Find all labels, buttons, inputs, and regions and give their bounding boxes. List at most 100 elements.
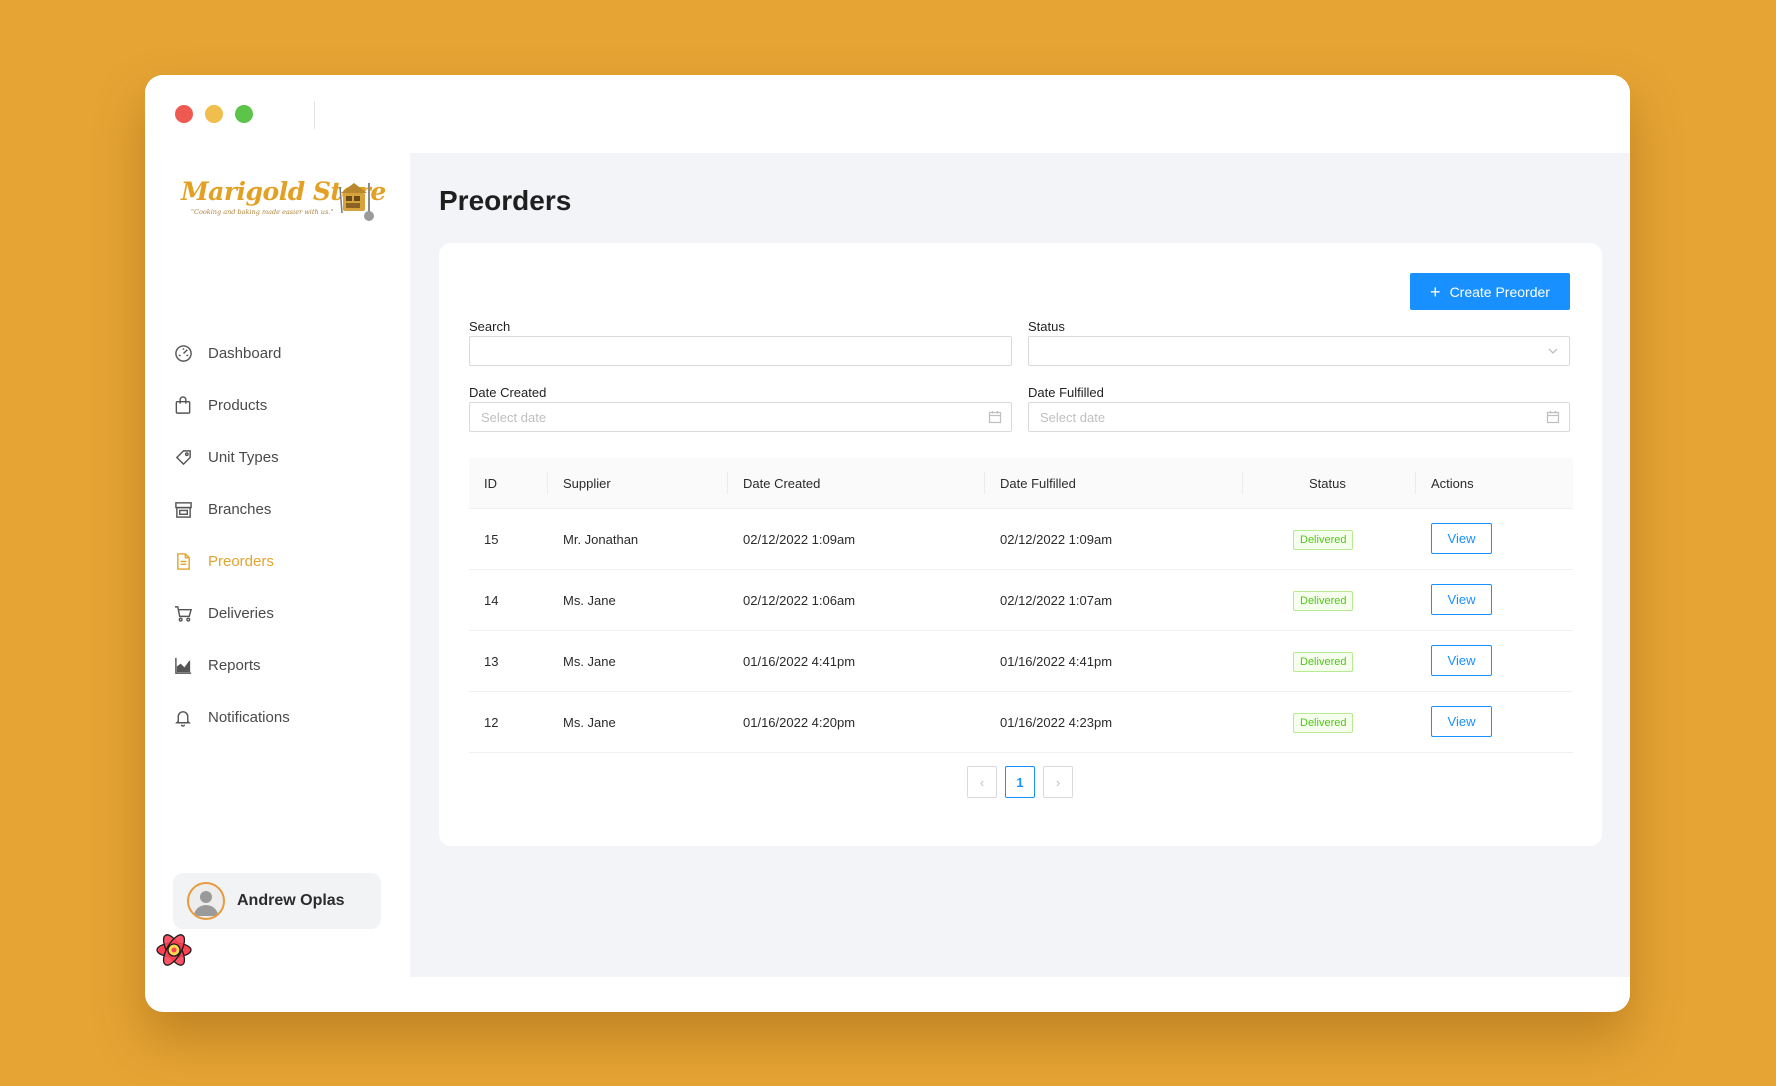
create-preorder-button[interactable]: + Create Preorder [1410,273,1570,310]
cell-date-fulfilled: 01/16/2022 4:41pm [1000,654,1113,669]
pagination-next-button[interactable]: › [1043,766,1073,798]
date-fulfilled-label: Date Fulfilled [1028,385,1104,400]
column-header-date-fulfilled[interactable]: Date Fulfilled [1000,458,1076,509]
page-title: Preorders [439,185,572,216]
preorders-card: + Create Preorder Search Status Date Cre… [439,243,1602,846]
table-row: 12 Ms. Jane 01/16/2022 4:20pm 01/16/2022… [469,692,1573,753]
plus-icon: + [1430,281,1441,302]
shopping-bag-icon [173,395,193,415]
column-divider [727,472,728,494]
cell-supplier: Ms. Jane [563,654,616,669]
sidebar-item-reports[interactable]: Reports [173,647,403,683]
cell-supplier: Mr. Jonathan [563,532,639,547]
close-window-button[interactable] [175,105,193,123]
date-created-picker[interactable]: Select date [469,402,1012,432]
status-badge: Delivered [1293,530,1354,550]
chevron-down-icon [1548,348,1558,354]
sidebar-item-dashboard[interactable]: Dashboard [173,335,403,371]
minimize-window-button[interactable] [205,105,223,123]
sidebar-item-label: Unit Types [208,448,279,466]
date-fulfilled-picker[interactable]: Select date [1028,402,1570,432]
sidebar-item-label: Branches [208,500,272,518]
cell-date-created: 02/12/2022 1:09am [743,532,856,547]
sidebar-item-unit-types[interactable]: Unit Types [173,439,403,475]
column-divider [547,472,548,494]
search-field[interactable] [469,336,1012,366]
sidebar-item-label: Reports [208,656,261,674]
shopping-cart-icon [173,603,193,623]
search-input[interactable] [481,343,1000,359]
table-row: 14 Ms. Jane 02/12/2022 1:06am 02/12/2022… [469,570,1573,631]
calendar-icon [1546,411,1560,424]
search-label: Search [469,319,511,334]
cell-id: 13 [484,654,499,669]
user-name: Andrew Oplas [237,892,345,909]
table-row: 15 Mr. Jonathan 02/12/2022 1:09am 02/12/… [469,509,1573,570]
sidebar-item-label: Preorders [208,552,274,570]
status-label: Status [1028,319,1065,334]
sidebar-item-branches[interactable]: Branches [173,491,403,527]
avatar [187,882,225,920]
file-text-icon [173,551,193,571]
column-header-date-created[interactable]: Date Created [743,458,820,509]
column-divider [984,472,985,494]
main-content: Preorders + Create Preorder Search Statu… [410,153,1630,977]
column-header-actions: Actions [1431,476,1474,491]
pagination-page-1[interactable]: 1 [1005,766,1035,798]
sidebar-item-deliveries[interactable]: Deliveries [173,595,403,631]
column-header-supplier[interactable]: Supplier [563,458,611,509]
calendar-icon [988,411,1002,424]
sidebar-item-label: Products [208,396,268,414]
status-badge: Delivered [1293,591,1354,611]
status-select[interactable] [1028,336,1570,366]
tag-icon [173,447,193,467]
status-badge: Delivered [1293,713,1354,733]
cell-date-fulfilled: 01/16/2022 4:23pm [1000,715,1113,730]
sidebar-item-products[interactable]: Products [173,387,403,423]
shop-icon [173,499,193,519]
area-chart-icon [173,655,193,675]
view-button[interactable]: View [1431,584,1492,615]
date-created-placeholder: Select date [481,409,547,425]
column-header-status[interactable]: Status [1309,458,1346,509]
cell-id: 12 [484,715,499,730]
kitchen-utensils-icon [339,183,374,221]
date-fulfilled-placeholder: Select date [1040,409,1106,425]
cell-date-created: 02/12/2022 1:06am [743,593,856,608]
pagination-prev-button[interactable]: ‹ [967,766,997,798]
view-button[interactable]: View [1431,523,1492,554]
column-header-id[interactable]: ID [484,458,497,509]
cell-id: 15 [484,532,499,547]
sidebar-item-preorders[interactable]: Preorders [173,543,403,579]
sidebar-item-label: Notifications [208,708,290,726]
column-divider [1415,472,1416,494]
cell-id: 14 [484,593,499,608]
chevron-right-icon: › [1055,774,1061,790]
date-created-label: Date Created [469,385,547,400]
cell-supplier: Ms. Jane [563,593,616,608]
dashboard-icon [173,343,193,363]
view-button[interactable]: View [1431,645,1492,676]
react-query-devtools-icon[interactable] [154,930,194,970]
sidebar-item-label: Deliveries [208,604,274,622]
maximize-window-button[interactable] [235,105,253,123]
cell-date-created: 01/16/2022 4:20pm [743,715,856,730]
cell-supplier: Ms. Jane [563,715,616,730]
view-button[interactable]: View [1431,706,1492,737]
title-bar [145,75,1630,153]
create-preorder-label: Create Preorder [1449,283,1550,300]
table-row: 13 Ms. Jane 01/16/2022 4:41pm 01/16/2022… [469,631,1573,692]
table-header: ID Supplier Date Created Date Fulfilled … [469,458,1573,509]
bell-icon [173,707,193,727]
column-divider [1242,472,1243,494]
user-profile-card[interactable]: Andrew Oplas [173,873,381,929]
titlebar-divider [314,101,315,129]
cell-date-fulfilled: 02/12/2022 1:09am [1000,532,1113,547]
cell-date-created: 01/16/2022 4:41pm [743,654,856,669]
sidebar-item-label: Dashboard [208,344,282,362]
user-icon [194,891,218,916]
status-badge: Delivered [1293,652,1354,672]
sidebar-item-notifications[interactable]: Notifications [173,699,403,735]
cell-date-fulfilled: 02/12/2022 1:07am [1000,593,1113,608]
chevron-left-icon: ‹ [979,774,985,790]
